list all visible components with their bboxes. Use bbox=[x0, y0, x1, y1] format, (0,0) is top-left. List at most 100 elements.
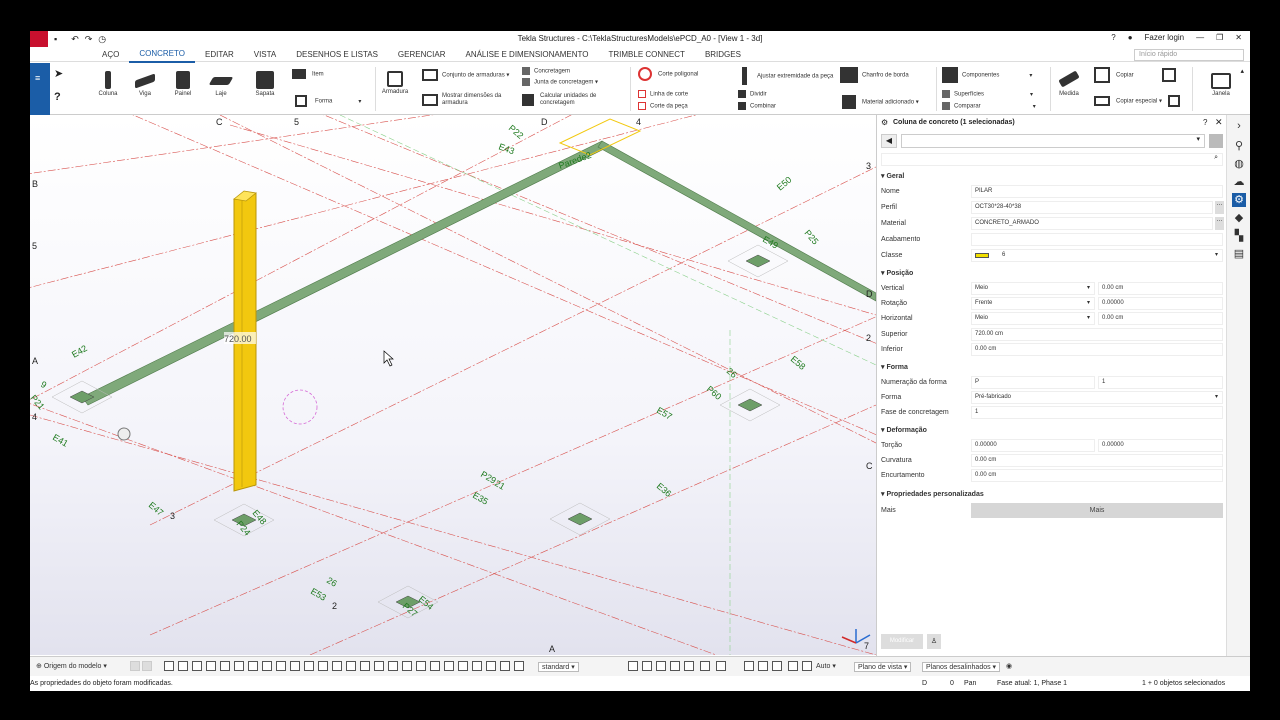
concretagem-button[interactable]: Concretagem bbox=[522, 67, 570, 75]
encurtamento-field[interactable]: 0.00 cm bbox=[971, 469, 1223, 482]
forma-button[interactable]: Forma ▾ bbox=[295, 95, 361, 107]
panel-back-button[interactable]: ◀ bbox=[881, 134, 897, 148]
perfil-browse-button[interactable]: … bbox=[1215, 201, 1224, 214]
classe-select[interactable]: 6 ▾ bbox=[971, 249, 1223, 262]
ajustar-button[interactable]: Ajustar extremidade da peça bbox=[742, 67, 833, 85]
snap-tool-icon[interactable] bbox=[684, 661, 694, 671]
snap-tool-icon[interactable] bbox=[472, 661, 482, 671]
calcular-button[interactable]: Calcular unidades de concretagem bbox=[522, 93, 610, 107]
material-browse-button[interactable]: … bbox=[1215, 217, 1224, 230]
horizontal-select[interactable]: Meio ▾ bbox=[971, 312, 1095, 325]
pick-icon[interactable]: ♙ bbox=[927, 634, 941, 649]
model-3d-scene[interactable]: 720.00 C 5 D 4 3 B 5 A 4 3 2 D 2 C A 7 P22E43 Parede2 E50 P2… bbox=[30, 115, 876, 655]
select-icon[interactable]: ➤ bbox=[54, 67, 63, 80]
snap-tool-icon[interactable] bbox=[360, 661, 370, 671]
section-geral[interactable]: ▾ Geral bbox=[881, 172, 904, 180]
snap-tool-icon[interactable] bbox=[416, 661, 426, 671]
sapata-button[interactable]: Sapata bbox=[251, 71, 279, 97]
snap-tool-icon[interactable] bbox=[276, 661, 286, 671]
cube-icon[interactable]: ◆ bbox=[1232, 211, 1246, 225]
snap-tool-icon[interactable] bbox=[234, 661, 244, 671]
user-icon[interactable]: ● bbox=[1128, 33, 1133, 42]
link-icon[interactable]: ⚲ bbox=[1232, 139, 1246, 153]
modify-button[interactable]: Modificar bbox=[881, 634, 923, 649]
snap-tool-icon[interactable] bbox=[346, 661, 356, 671]
numeracao-number-field[interactable]: 1 bbox=[1098, 376, 1223, 389]
medida-button[interactable]: Medida bbox=[1054, 69, 1084, 97]
snap-tool-icon[interactable] bbox=[514, 661, 524, 671]
origin-select[interactable]: ⊕ Origem do modelo ▾ bbox=[36, 662, 107, 670]
tab-analise[interactable]: ANÁLISE E DIMENSIONAMENTO bbox=[455, 47, 598, 62]
forma-select[interactable]: Pré-fabricado ▾ bbox=[971, 391, 1223, 404]
snap-tool-icon[interactable] bbox=[374, 661, 384, 671]
forma-dropdown-icon[interactable]: ▾ bbox=[358, 99, 361, 105]
snap-tool-icon[interactable] bbox=[444, 661, 454, 671]
painel-button[interactable]: Painel bbox=[169, 71, 197, 97]
snap-tool-icon[interactable] bbox=[262, 661, 272, 671]
model-viewport[interactable]: 720.00 C 5 D 4 3 B 5 A 4 3 2 D 2 C A 7 P22 E43 Parede2 E50 P2… bbox=[30, 115, 876, 655]
snap-tool-icon[interactable] bbox=[758, 661, 768, 671]
superficies-dropdown-icon[interactable]: ▾ bbox=[1030, 92, 1033, 98]
cloud-icon[interactable]: ☁ bbox=[1232, 175, 1246, 189]
coluna-button[interactable]: Coluna bbox=[94, 71, 122, 97]
standard-select[interactable]: standard ▾ bbox=[538, 662, 579, 672]
tab-concreto[interactable]: CONCRETO bbox=[129, 46, 195, 63]
copiar-extra-icon[interactable] bbox=[1161, 68, 1176, 82]
janela-button[interactable]: Janela bbox=[1206, 73, 1236, 97]
snap-tool-icon[interactable] bbox=[192, 661, 202, 671]
tab-editar[interactable]: EDITAR bbox=[195, 47, 244, 62]
mostrar-button[interactable]: Mostrar dimensões da armadura bbox=[422, 93, 512, 107]
properties-icon[interactable]: ⚙ bbox=[1232, 193, 1246, 207]
help-pointer-icon[interactable]: ? bbox=[54, 91, 61, 103]
section-deformacao[interactable]: ▾ Deformação bbox=[881, 426, 927, 434]
snap-tool-icon[interactable] bbox=[772, 661, 782, 671]
perfil-field[interactable]: OCT30*28-40*38 bbox=[971, 201, 1213, 214]
tab-trimble[interactable]: TRIMBLE CONNECT bbox=[598, 47, 694, 62]
comparar-button[interactable]: Comparar ▾ bbox=[942, 102, 1036, 110]
quick-search-input[interactable]: Início rápido bbox=[1134, 49, 1244, 61]
combinar-button[interactable]: Combinar bbox=[738, 102, 776, 110]
inferior-field[interactable]: 0.00 cm bbox=[971, 343, 1223, 356]
snap-tool-icon[interactable] bbox=[744, 661, 754, 671]
tab-vista[interactable]: VISTA bbox=[244, 47, 287, 62]
snap-tool-icon[interactable] bbox=[430, 661, 440, 671]
panel-help-icon[interactable]: ? bbox=[1203, 118, 1207, 127]
snap-tool-icon[interactable] bbox=[700, 661, 710, 671]
horizontal-offset-field[interactable]: 0.00 cm bbox=[1098, 312, 1223, 325]
mais-button[interactable]: Mais bbox=[971, 503, 1223, 518]
snap-tool-icon[interactable] bbox=[178, 661, 188, 671]
chanfro-button[interactable]: Chanfro de borda bbox=[840, 67, 909, 83]
snap-tool-icon[interactable] bbox=[248, 661, 258, 671]
ribbon-scroll-icon[interactable]: ▴ bbox=[1240, 67, 1244, 75]
linha-corte-button[interactable]: Linha de corte bbox=[638, 90, 688, 98]
snap-tool-icon[interactable] bbox=[290, 661, 300, 671]
planos-select[interactable]: Planos desalinhados ▾ bbox=[922, 662, 1001, 672]
comparar-dropdown-icon[interactable]: ▾ bbox=[1033, 104, 1036, 110]
torcao-end-field[interactable]: 0.00000 bbox=[1098, 439, 1223, 452]
material-adicionado-button[interactable]: Material adicionado ▾ bbox=[842, 95, 919, 109]
property-search-input[interactable]: ⌕ bbox=[881, 153, 1223, 166]
snap-tool-icon[interactable] bbox=[402, 661, 412, 671]
section-posicao[interactable]: ▾ Posição bbox=[881, 269, 913, 277]
menu-icon[interactable]: ≡ bbox=[35, 73, 40, 83]
vertical-select[interactable]: Meio ▾ bbox=[971, 282, 1095, 295]
vertical-offset-field[interactable]: 0.00 cm bbox=[1098, 282, 1223, 295]
superior-field[interactable]: 720.00 cm bbox=[971, 328, 1223, 341]
maximize-icon[interactable]: ❐ bbox=[1216, 33, 1223, 42]
conjunto-button[interactable]: Conjunto de armaduras ▾ bbox=[422, 69, 509, 81]
components-icon[interactable]: ▚ bbox=[1232, 229, 1246, 243]
item-button[interactable]: Item bbox=[292, 69, 324, 79]
superficies-button[interactable]: Superfícies ▾ bbox=[942, 90, 1033, 98]
snap-tool-icon[interactable] bbox=[716, 661, 726, 671]
help-icon[interactable]: ? bbox=[1111, 33, 1115, 42]
snap-tool-icon[interactable] bbox=[802, 661, 812, 671]
snap-tool-icon[interactable] bbox=[628, 661, 638, 671]
rotacao-select[interactable]: Frente ▾ bbox=[971, 297, 1095, 310]
eye-icon[interactable]: ◉ bbox=[1006, 662, 1012, 670]
side-menu-strip[interactable]: ≡ bbox=[30, 63, 50, 115]
minimize-icon[interactable]: — bbox=[1196, 33, 1204, 42]
save-set-icon[interactable] bbox=[1209, 134, 1223, 148]
toggle-a-icon[interactable] bbox=[130, 661, 140, 671]
snap-tool-icon[interactable] bbox=[486, 661, 496, 671]
property-set-select[interactable]: ▾ bbox=[901, 134, 1205, 148]
